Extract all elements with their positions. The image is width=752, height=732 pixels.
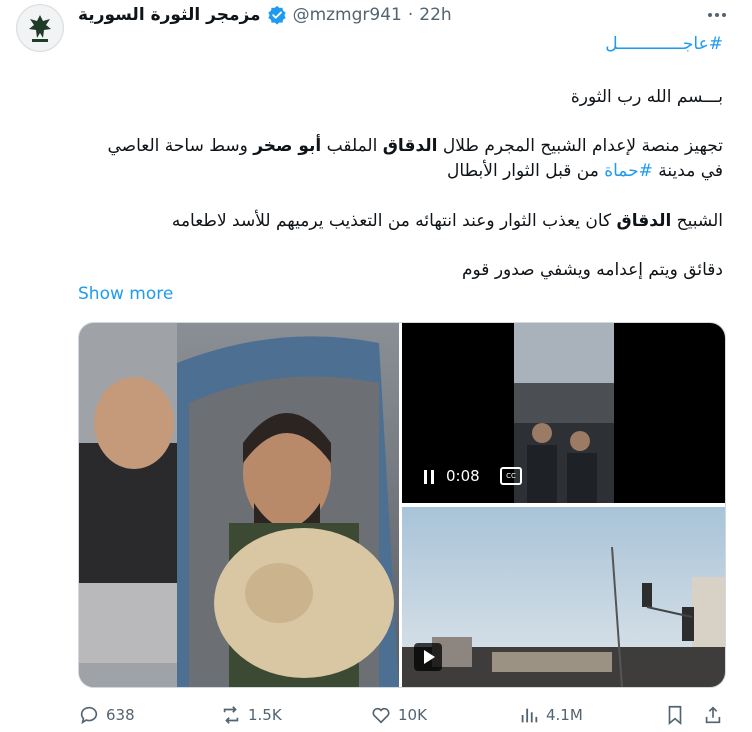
reply-icon	[80, 706, 98, 725]
tweet-paragraph-3: الشبيح الدقاق كان يعذب الثوار وعند انتها…	[78, 209, 723, 234]
bold-name: الدقاق	[382, 136, 438, 156]
text-span: الملقب	[321, 136, 383, 156]
text-span: كان يعذب الثوار وعند انتهائه من التعذيب …	[171, 211, 617, 231]
share-icon	[705, 706, 721, 724]
media-grid: 0:08 CC	[78, 322, 726, 688]
cc-icon[interactable]: CC	[500, 467, 522, 485]
views-count: 4.1M	[546, 706, 583, 724]
bookmark-button[interactable]	[664, 704, 686, 726]
text-span: تجهيز منصة لإعدام الشبيح المجرم طلال	[437, 136, 723, 156]
tweet-paragraph-4: دقائق ويتم إعدامه ويشفي صدور قوم	[461, 260, 723, 280]
text-span: من قبل الثوار الأبطال	[447, 161, 605, 181]
repost-icon	[223, 706, 239, 724]
repost-button[interactable]: 1.5K	[220, 704, 282, 726]
author-handle[interactable]: @mzmgr941	[293, 5, 402, 25]
like-count: 10K	[398, 706, 427, 724]
avatar[interactable]	[16, 4, 64, 52]
photo-man-lion-cub[interactable]	[79, 323, 399, 687]
bold-nickname: أبو صخر	[253, 136, 322, 156]
repost-count: 1.5K	[248, 706, 282, 724]
text-span: الشبيح	[671, 211, 723, 231]
like-button[interactable]: 10K	[370, 704, 427, 726]
tweet-line-1: بـــسم الله رب الثورة	[570, 87, 723, 107]
reply-button[interactable]: 638	[78, 704, 135, 726]
bold-name: الدقاق	[616, 211, 672, 231]
action-bar: 638 1.5K 10K 4.1M	[78, 704, 728, 728]
play-icon[interactable]	[414, 643, 442, 671]
video-street[interactable]	[402, 507, 725, 687]
show-more-link[interactable]: Show more	[78, 284, 173, 304]
bookmark-icon	[668, 705, 682, 726]
views-icon	[521, 708, 538, 723]
header-separator: ·	[407, 5, 414, 25]
text-span: في مدينة	[652, 161, 723, 181]
verified-badge-icon	[267, 5, 286, 25]
text-span: وسط ساحة العاصي	[107, 136, 254, 156]
video-time: 0:08	[446, 467, 480, 485]
tweet-header: مزمجر الثورة السورية @mzmgr941 · 22h	[78, 4, 452, 26]
hashtag-hama[interactable]: #حماة	[604, 161, 653, 181]
more-icon[interactable]	[706, 8, 728, 22]
video-crowd[interactable]: 0:08 CC	[402, 323, 725, 503]
tweet-paragraph-2: تجهيز منصة لإعدام الشبيح المجرم طلال الد…	[78, 134, 723, 184]
avatar-logo	[18, 6, 62, 50]
hashtag-urgent[interactable]: #عاجـــــــــــــل	[78, 32, 723, 57]
author-name[interactable]: مزمجر الثورة السورية	[78, 5, 261, 25]
pause-icon[interactable]	[422, 469, 436, 485]
like-icon	[372, 707, 390, 724]
views-button[interactable]: 4.1M	[518, 704, 583, 726]
tweet-time[interactable]: 22h	[419, 5, 451, 25]
share-button[interactable]	[702, 704, 724, 726]
reply-count: 638	[106, 706, 135, 724]
